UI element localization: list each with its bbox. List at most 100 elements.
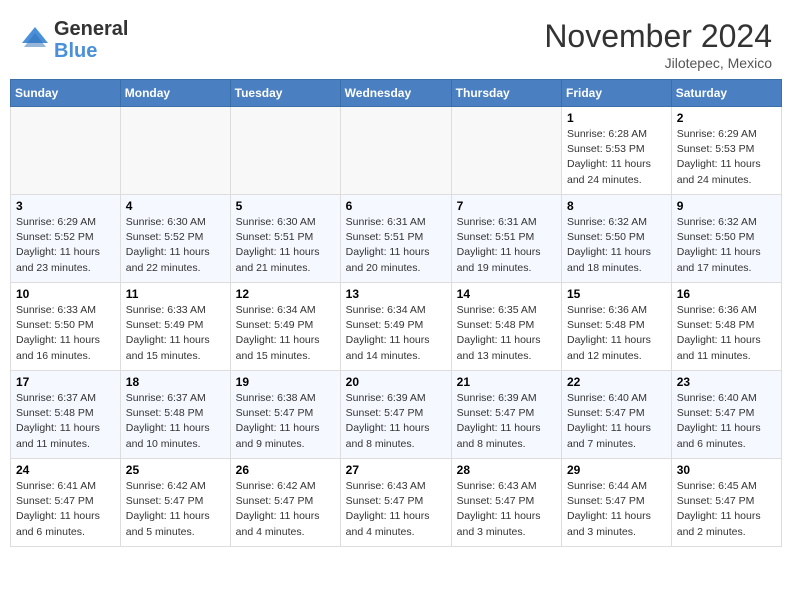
calendar-cell: 7 Sunrise: 6:31 AM Sunset: 5:51 PM Daylig… [451,195,561,283]
calendar-cell: 24Sunrise: 6:41 AM Sunset: 5:47 PM Dayli… [11,459,121,547]
calendar-cell: 11 Sunrise: 6:33 AM Sunset: 5:49 PM Dayli… [120,283,230,371]
calendar-cell: 28 Sunrise: 6:43 AM Sunset: 5:47 PM Dayli… [451,459,561,547]
calendar-body: 1 Sunrise: 6:28 AM Sunset: 5:53 PM Daylig… [11,107,782,547]
page-header: General Blue November 2024 Jilotepec, Me… [10,10,782,71]
day-info: Sunrise: 6:35 AM Sunset: 5:48 PM Dayligh… [457,303,556,364]
calendar-cell: 23 Sunrise: 6:40 AM Sunset: 5:47 PM Dayli… [671,371,781,459]
calendar-cell: 16 Sunrise: 6:36 AM Sunset: 5:48 PM Dayli… [671,283,781,371]
day-number: 14 [457,287,556,301]
logo-icon [20,25,50,55]
day-number: 28 [457,463,556,477]
day-info: Sunrise: 6:38 AM Sunset: 5:47 PM Dayligh… [236,391,335,452]
day-number: 30 [677,463,776,477]
calendar-cell: 9Sunrise: 6:32 AM Sunset: 5:50 PM Daylig… [671,195,781,283]
title-block: November 2024 Jilotepec, Mexico [544,18,772,71]
calendar-cell: 13 Sunrise: 6:34 AM Sunset: 5:49 PM Dayli… [340,283,451,371]
day-number: 4 [126,199,225,213]
day-number: 27 [346,463,446,477]
day-info: Sunrise: 6:34 AM Sunset: 5:49 PM Dayligh… [236,303,335,364]
calendar-cell: 12 Sunrise: 6:34 AM Sunset: 5:49 PM Dayli… [230,283,340,371]
calendar-cell [451,107,561,195]
week-row-2: 3 Sunrise: 6:29 AM Sunset: 5:52 PM Daylig… [11,195,782,283]
week-row-4: 17 Sunrise: 6:37 AM Sunset: 5:48 PM Dayli… [11,371,782,459]
day-info: Sunrise: 6:43 AM Sunset: 5:47 PM Dayligh… [457,479,556,540]
day-number: 15 [567,287,666,301]
day-number: 23 [677,375,776,389]
day-number: 18 [126,375,225,389]
calendar-cell: 10 Sunrise: 6:33 AM Sunset: 5:50 PM Dayli… [11,283,121,371]
dow-header-wednesday: Wednesday [340,80,451,107]
day-info: Sunrise: 6:29 AM Sunset: 5:52 PM Dayligh… [16,215,115,276]
day-info: Sunrise: 6:36 AM Sunset: 5:48 PM Dayligh… [567,303,666,364]
day-info: Sunrise: 6:36 AM Sunset: 5:48 PM Dayligh… [677,303,776,364]
day-info: Sunrise: 6:42 AM Sunset: 5:47 PM Dayligh… [126,479,225,540]
day-info: Sunrise: 6:39 AM Sunset: 5:47 PM Dayligh… [346,391,446,452]
day-info: Sunrise: 6:43 AM Sunset: 5:47 PM Dayligh… [346,479,446,540]
calendar-table: SundayMondayTuesdayWednesdayThursdayFrid… [10,79,782,547]
day-info: Sunrise: 6:31 AM Sunset: 5:51 PM Dayligh… [457,215,556,276]
day-number: 22 [567,375,666,389]
calendar-cell: 5 Sunrise: 6:30 AM Sunset: 5:51 PM Daylig… [230,195,340,283]
day-number: 1 [567,111,666,125]
day-number: 17 [16,375,115,389]
day-info: Sunrise: 6:39 AM Sunset: 5:47 PM Dayligh… [457,391,556,452]
day-info: Sunrise: 6:33 AM Sunset: 5:49 PM Dayligh… [126,303,225,364]
day-number: 12 [236,287,335,301]
day-number: 5 [236,199,335,213]
calendar-cell: 27 Sunrise: 6:43 AM Sunset: 5:47 PM Dayli… [340,459,451,547]
day-number: 16 [677,287,776,301]
day-info: Sunrise: 6:37 AM Sunset: 5:48 PM Dayligh… [16,391,115,452]
week-row-1: 1 Sunrise: 6:28 AM Sunset: 5:53 PM Daylig… [11,107,782,195]
day-number: 11 [126,287,225,301]
day-info: Sunrise: 6:28 AM Sunset: 5:53 PM Dayligh… [567,127,666,188]
calendar-cell [11,107,121,195]
calendar-cell: 17 Sunrise: 6:37 AM Sunset: 5:48 PM Dayli… [11,371,121,459]
day-number: 20 [346,375,446,389]
day-info: Sunrise: 6:42 AM Sunset: 5:47 PM Dayligh… [236,479,335,540]
location-subtitle: Jilotepec, Mexico [544,55,772,71]
dow-header-friday: Friday [562,80,672,107]
day-number: 29 [567,463,666,477]
calendar-cell: 22Sunrise: 6:40 AM Sunset: 5:47 PM Dayli… [562,371,672,459]
logo-general-text: General [54,18,128,40]
calendar-cell: 20 Sunrise: 6:39 AM Sunset: 5:47 PM Dayli… [340,371,451,459]
day-info: Sunrise: 6:45 AM Sunset: 5:47 PM Dayligh… [677,479,776,540]
week-row-5: 24Sunrise: 6:41 AM Sunset: 5:47 PM Dayli… [11,459,782,547]
day-info: Sunrise: 6:31 AM Sunset: 5:51 PM Dayligh… [346,215,446,276]
day-number: 7 [457,199,556,213]
dow-header-saturday: Saturday [671,80,781,107]
days-of-week-row: SundayMondayTuesdayWednesdayThursdayFrid… [11,80,782,107]
day-info: Sunrise: 6:33 AM Sunset: 5:50 PM Dayligh… [16,303,115,364]
day-number: 3 [16,199,115,213]
dow-header-tuesday: Tuesday [230,80,340,107]
calendar-cell: 19 Sunrise: 6:38 AM Sunset: 5:47 PM Dayli… [230,371,340,459]
calendar-cell: 6 Sunrise: 6:31 AM Sunset: 5:51 PM Daylig… [340,195,451,283]
day-info: Sunrise: 6:32 AM Sunset: 5:50 PM Dayligh… [567,215,666,276]
dow-header-monday: Monday [120,80,230,107]
day-info: Sunrise: 6:40 AM Sunset: 5:47 PM Dayligh… [677,391,776,452]
calendar-cell: 15 Sunrise: 6:36 AM Sunset: 5:48 PM Dayli… [562,283,672,371]
day-number: 2 [677,111,776,125]
logo-blue-text: Blue [54,40,128,62]
day-info: Sunrise: 6:37 AM Sunset: 5:48 PM Dayligh… [126,391,225,452]
day-number: 10 [16,287,115,301]
calendar-cell: 30 Sunrise: 6:45 AM Sunset: 5:47 PM Dayli… [671,459,781,547]
day-info: Sunrise: 6:44 AM Sunset: 5:47 PM Dayligh… [567,479,666,540]
dow-header-thursday: Thursday [451,80,561,107]
day-info: Sunrise: 6:30 AM Sunset: 5:51 PM Dayligh… [236,215,335,276]
calendar-cell: 18 Sunrise: 6:37 AM Sunset: 5:48 PM Dayli… [120,371,230,459]
calendar-cell: 26Sunrise: 6:42 AM Sunset: 5:47 PM Dayli… [230,459,340,547]
day-number: 19 [236,375,335,389]
logo: General Blue [20,18,128,62]
calendar-cell: 4 Sunrise: 6:30 AM Sunset: 5:52 PM Daylig… [120,195,230,283]
day-number: 6 [346,199,446,213]
day-info: Sunrise: 6:30 AM Sunset: 5:52 PM Dayligh… [126,215,225,276]
day-info: Sunrise: 6:32 AM Sunset: 5:50 PM Dayligh… [677,215,776,276]
day-number: 8 [567,199,666,213]
day-info: Sunrise: 6:34 AM Sunset: 5:49 PM Dayligh… [346,303,446,364]
day-number: 13 [346,287,446,301]
day-number: 21 [457,375,556,389]
calendar-cell: 21 Sunrise: 6:39 AM Sunset: 5:47 PM Dayli… [451,371,561,459]
day-info: Sunrise: 6:29 AM Sunset: 5:53 PM Dayligh… [677,127,776,188]
week-row-3: 10 Sunrise: 6:33 AM Sunset: 5:50 PM Dayli… [11,283,782,371]
